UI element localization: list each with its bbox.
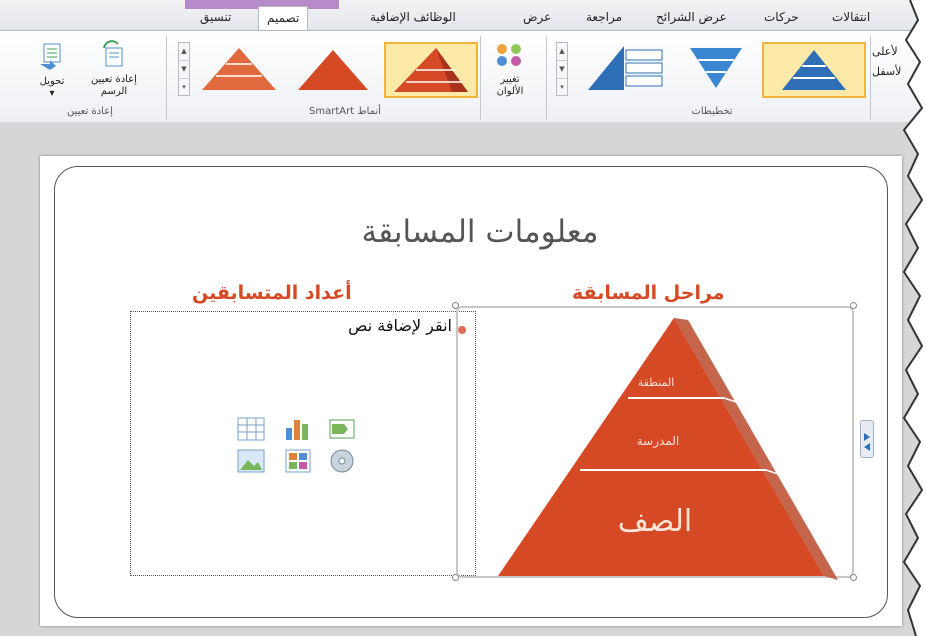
insert-chart-icon (286, 420, 308, 440)
layouts-gallery-scroller[interactable]: ▲ ▼ ▾ (556, 42, 568, 96)
smartart-style-flat[interactable] (290, 42, 376, 94)
reset-graphic-button-line2[interactable]: الرسم (86, 86, 142, 98)
smartart-style-subtle[interactable] (196, 42, 282, 94)
expand-arrows-icon (864, 433, 870, 451)
convert-dropdown-arrow-icon[interactable]: ▾ (30, 88, 74, 100)
change-colors-button-line2[interactable]: الألوان (486, 86, 534, 98)
resize-handle[interactable] (850, 574, 857, 581)
style-subtle-pyramid-icon (202, 48, 276, 90)
style-flat-pyramid-icon (298, 50, 368, 90)
reset-graphic-button[interactable]: إعادة تعيين (86, 74, 142, 86)
resize-handle[interactable] (452, 302, 459, 309)
gallery-more-icon[interactable]: ▾ (179, 79, 189, 96)
styles-gallery-scroller[interactable]: ▲ ▼ ▾ (178, 42, 190, 96)
tab-slideshow[interactable]: عرض الشرائح (656, 10, 727, 24)
style-3d-pyramid-icon (394, 48, 468, 92)
gallery-more-icon[interactable]: ▾ (557, 79, 567, 96)
scroll-up-icon[interactable]: ▲ (179, 43, 189, 61)
layout-segmented-pyramid-option[interactable] (582, 42, 672, 94)
right-column-heading[interactable]: مراحل المسابقة (572, 282, 725, 304)
insert-content-icons (236, 414, 372, 478)
pyramid-level-middle[interactable]: المدرسة (618, 434, 698, 448)
tab-design[interactable]: تصميم (258, 6, 309, 30)
change-colors-button[interactable]: تغيير (486, 74, 534, 86)
tab-view[interactable]: عرض (523, 10, 551, 24)
pyramid-shape[interactable] (488, 318, 848, 580)
color-palette-icon[interactable] (490, 42, 530, 72)
tab-transitions[interactable]: انتقالات (832, 10, 870, 24)
layout-inverted-pyramid-option[interactable] (676, 42, 756, 94)
tab-review[interactable]: مراجعة (586, 10, 622, 24)
group-separator (870, 36, 871, 120)
segmented-pyramid-layout-icon (588, 46, 663, 90)
resize-handle[interactable] (452, 574, 459, 581)
text-pane-toggle[interactable] (860, 420, 874, 458)
insert-table-icon (237, 417, 265, 441)
slide-title[interactable]: معلومات المسابقة (250, 214, 710, 250)
scroll-down-icon[interactable]: ▼ (179, 61, 189, 79)
insert-smartart-icon (329, 419, 355, 439)
pyramid-level-top[interactable]: المنطقة (626, 376, 686, 389)
insert-picture-icon (237, 449, 265, 473)
group-separator (480, 36, 481, 120)
reset-group-label: إعادة تعيين (67, 106, 113, 117)
layouts-group-label: تخطيطات (691, 106, 733, 117)
pyramid-level-bottom[interactable]: الصف (600, 504, 710, 539)
placeholder-text[interactable]: انقر لإضافة نص (250, 316, 452, 335)
reset-graphic-icon[interactable] (98, 40, 130, 70)
insert-clipart-icon (285, 449, 311, 473)
tab-addins[interactable]: الوظائف الإضافية (370, 10, 456, 24)
group-separator (166, 36, 167, 120)
scroll-down-icon[interactable]: ▼ (557, 61, 567, 79)
tab-format[interactable]: تنسيق (200, 10, 231, 24)
convert-icon[interactable] (36, 40, 68, 70)
left-column-heading[interactable]: أعداد المتسابقين (192, 282, 352, 304)
group-separator (546, 36, 547, 120)
tab-animations[interactable]: حركات (764, 10, 799, 24)
pyramid-layout-icon (782, 50, 846, 90)
insert-media-icon (330, 449, 354, 473)
smartart-style-selected[interactable] (384, 42, 478, 98)
resize-handle[interactable] (850, 302, 857, 309)
scroll-up-icon[interactable]: ▲ (557, 43, 567, 61)
convert-button[interactable]: تحويل (30, 76, 74, 88)
inverted-pyramid-layout-icon (690, 48, 742, 88)
layout-pyramid-option[interactable] (762, 42, 866, 98)
smartart-styles-group-label: أنماط SmartArt (309, 106, 381, 117)
torn-paper-edge (902, 0, 926, 636)
